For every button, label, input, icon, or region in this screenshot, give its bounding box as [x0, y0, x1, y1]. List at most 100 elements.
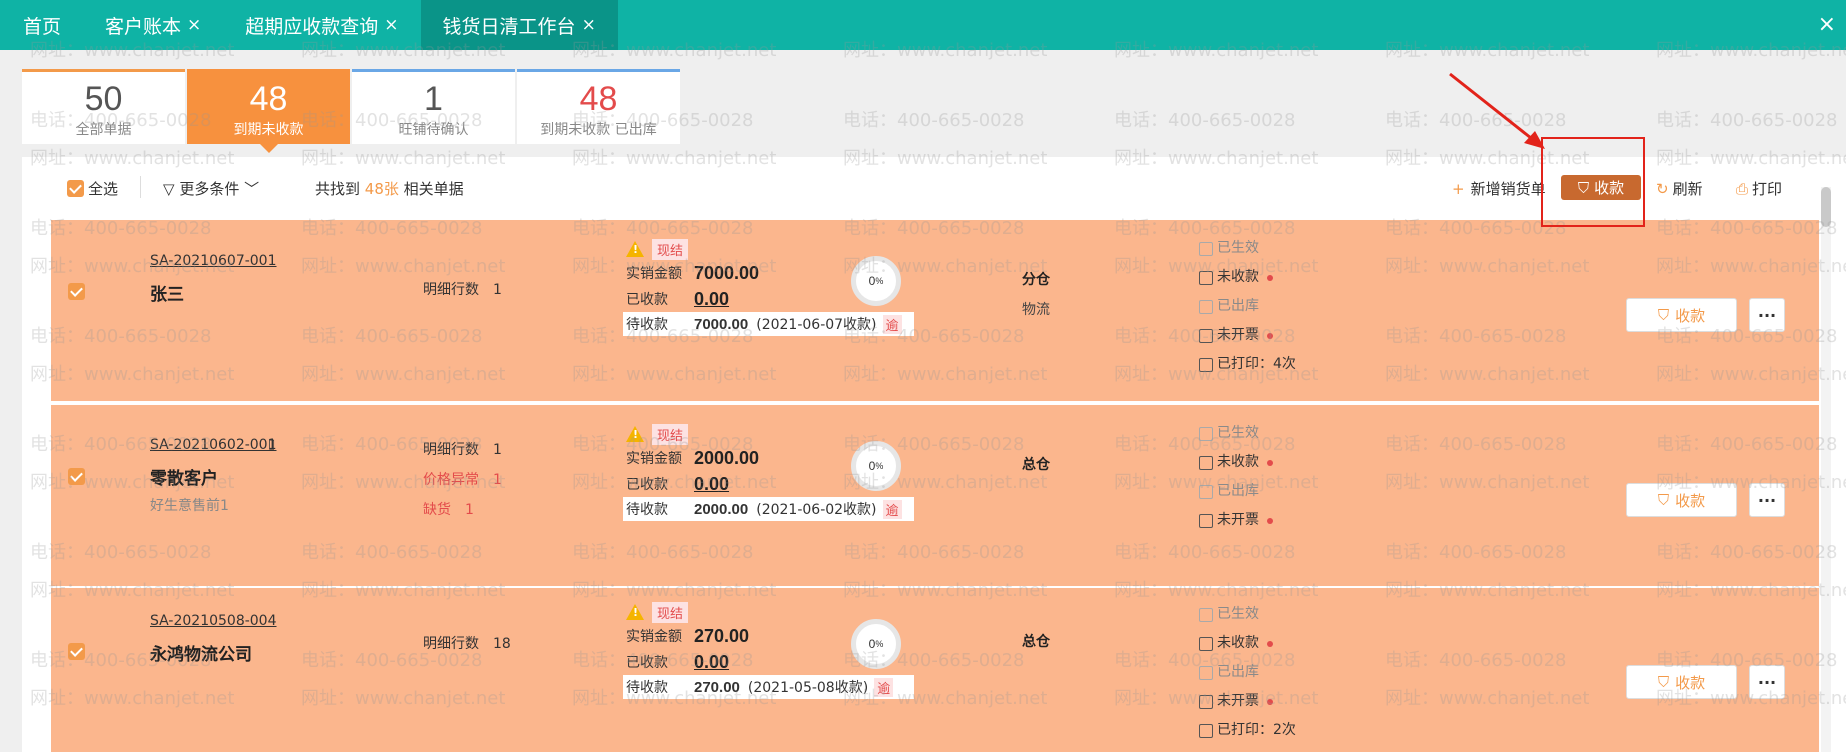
- card-due-unpaid-shipped[interactable]: 48 到期未收款 已出库: [517, 69, 680, 144]
- status-icon: [1199, 299, 1213, 314]
- payment-icon: ⛉: [1657, 491, 1670, 509]
- status-item: 已出库: [1199, 477, 1273, 506]
- row-collect-button[interactable]: ⛉ 收款: [1626, 483, 1737, 517]
- close-icon[interactable]: ×: [187, 15, 201, 35]
- status-item: 未开票: [1199, 321, 1296, 350]
- warehouse-info: 总仓: [1022, 454, 1050, 474]
- card-label: 全部单据: [75, 122, 132, 138]
- status-icon: [1199, 665, 1213, 680]
- more-filters-button[interactable]: ▽ 更多条件 ﹀: [163, 178, 259, 199]
- amount-value: 270.00: [694, 625, 750, 646]
- watermark-text: 电话：400-665-0028: [843, 110, 1025, 131]
- detail-key: 明细行数: [423, 636, 479, 652]
- collect-label: 收款: [1675, 673, 1706, 692]
- more-filters-label: 更多条件: [179, 180, 240, 198]
- warning-icon: [626, 604, 644, 620]
- pending-value: 2000.00: [694, 500, 749, 518]
- row-more-button[interactable]: ···: [1749, 298, 1785, 332]
- document-code-link[interactable]: SA-20210508-004: [150, 613, 277, 629]
- logistics-label: 物流: [1022, 302, 1050, 318]
- status-item: 未开票: [1199, 687, 1296, 716]
- customer-name: 零散客户: [150, 469, 218, 489]
- table-row[interactable]: SA-20210602-001 ▯ 零散客户 好生意售前1 明细行数 1 价格异常 1 缺货 1 …: [51, 403, 1819, 586]
- tab-label: 超期应收款查询: [245, 15, 379, 38]
- printer-icon: ⎙: [1736, 180, 1749, 198]
- tab-label: 钱货日清工作台: [442, 15, 576, 38]
- status-list: 已生效 未收款 已出库 未开票 已打印：2次: [1199, 600, 1296, 745]
- refresh-button[interactable]: ↻ 刷新: [1656, 178, 1703, 199]
- collect-label: 收款: [1675, 306, 1706, 325]
- found-prefix: 共找到: [315, 180, 361, 198]
- table-row[interactable]: SA-20210508-004 永鸿物流公司 明细行数 18 现结 实销金额 270.0…: [51, 586, 1819, 752]
- card-due-unpaid[interactable]: 48 到期未收款: [187, 69, 350, 153]
- tab-customer-ledger[interactable]: 客户账本 ×: [83, 0, 223, 50]
- detail-key: 价格异常: [423, 472, 479, 488]
- received-value[interactable]: 0.00: [694, 474, 729, 495]
- status-icon: [1199, 357, 1213, 372]
- detail-line: 价格异常 1: [423, 465, 502, 495]
- card-shop-pending[interactable]: 1 旺铺待确认: [352, 69, 515, 144]
- detail-value: 1: [493, 442, 502, 458]
- row-checkbox[interactable]: [68, 468, 85, 485]
- pending-label: 待收款: [626, 317, 668, 333]
- received-label: 已收款: [626, 292, 668, 308]
- cash-settlement-badge: 现结: [652, 601, 689, 623]
- status-text: 未收款: [1217, 454, 1259, 470]
- highlight-box: [1541, 137, 1645, 227]
- tab-daily-workbench[interactable]: 钱货日清工作台 ×: [420, 0, 618, 50]
- filter-icon: ▽: [163, 180, 175, 198]
- document-code-link[interactable]: SA-20210602-001: [150, 437, 277, 453]
- status-text: 未开票: [1217, 693, 1259, 709]
- found-suffix: 相关单据: [403, 180, 464, 198]
- status-text: 未收款: [1217, 269, 1259, 285]
- row-collect-button[interactable]: ⛉ 收款: [1626, 665, 1737, 699]
- detail-key: 缺货: [423, 502, 451, 518]
- status-item: 已打印：2次: [1199, 716, 1296, 745]
- close-all-icon[interactable]: ×: [1818, 12, 1836, 37]
- tab-label: 客户账本: [105, 15, 182, 38]
- status-text: 已出库: [1217, 298, 1259, 314]
- row-more-button[interactable]: ···: [1749, 665, 1785, 699]
- status-text: 未开票: [1217, 327, 1259, 343]
- status-text: 已生效: [1217, 606, 1259, 622]
- print-button[interactable]: ⎙ 打印: [1736, 178, 1782, 199]
- overdue-badge: 逾: [882, 499, 902, 519]
- detail-line: 明细行数 18: [423, 629, 511, 659]
- pending-label: 待收款: [626, 502, 668, 518]
- select-all-label: 全选: [88, 180, 119, 198]
- alert-dot: [1267, 459, 1273, 466]
- scrollbar[interactable]: [1821, 187, 1831, 752]
- row-more-button[interactable]: ···: [1749, 483, 1785, 517]
- card-count: 1: [424, 80, 443, 118]
- status-text: 未开票: [1217, 512, 1259, 528]
- refresh-label: 刷新: [1672, 180, 1703, 198]
- scrollbar-thumb[interactable]: [1821, 187, 1831, 227]
- pending-amount: 待收款 2000.00 (2021-06-02收款) 逾: [623, 497, 914, 521]
- payment-icon: ⛉: [1657, 673, 1670, 691]
- received-value[interactable]: 0.00: [694, 289, 729, 310]
- card-label: 到期未收款 已出库: [540, 122, 657, 138]
- row-checkbox[interactable]: [68, 643, 85, 660]
- add-sales-order-button[interactable]: + 新增销货单: [1452, 178, 1546, 199]
- document-code-link[interactable]: SA-20210607-001: [150, 253, 277, 269]
- close-icon[interactable]: ×: [384, 15, 398, 35]
- row-collect-button[interactable]: ⛉ 收款: [1626, 298, 1737, 332]
- amount-label: 实销金额: [626, 629, 682, 645]
- card-all-documents[interactable]: 50 全部单据: [22, 69, 185, 144]
- select-all-checkbox[interactable]: 全选: [67, 178, 118, 199]
- status-text: 未收款: [1217, 635, 1259, 651]
- alert-dot: [1267, 332, 1273, 339]
- pending-amount: 待收款 7000.00 (2021-06-07收款) 逾: [623, 312, 914, 336]
- close-icon[interactable]: ×: [582, 15, 596, 35]
- received-value[interactable]: 0.00: [694, 652, 729, 673]
- table-row[interactable]: SA-20210607-001 张三 明细行数 1 现结 实销金额 7000.00 已收…: [51, 218, 1819, 401]
- customer-name: 永鸿物流公司: [150, 645, 252, 665]
- pending-value: 270.00: [694, 678, 740, 696]
- chevron-down-icon: ﹀: [244, 180, 260, 198]
- tab-overdue-receivables[interactable]: 超期应收款查询 ×: [223, 0, 420, 50]
- warehouse-info: 总仓: [1022, 631, 1050, 651]
- row-checkbox[interactable]: [68, 283, 85, 300]
- tab-home[interactable]: 首页: [0, 0, 83, 50]
- tab-label: 首页: [23, 15, 62, 38]
- status-list: 已生效 未收款 已出库 未开票: [1199, 419, 1273, 535]
